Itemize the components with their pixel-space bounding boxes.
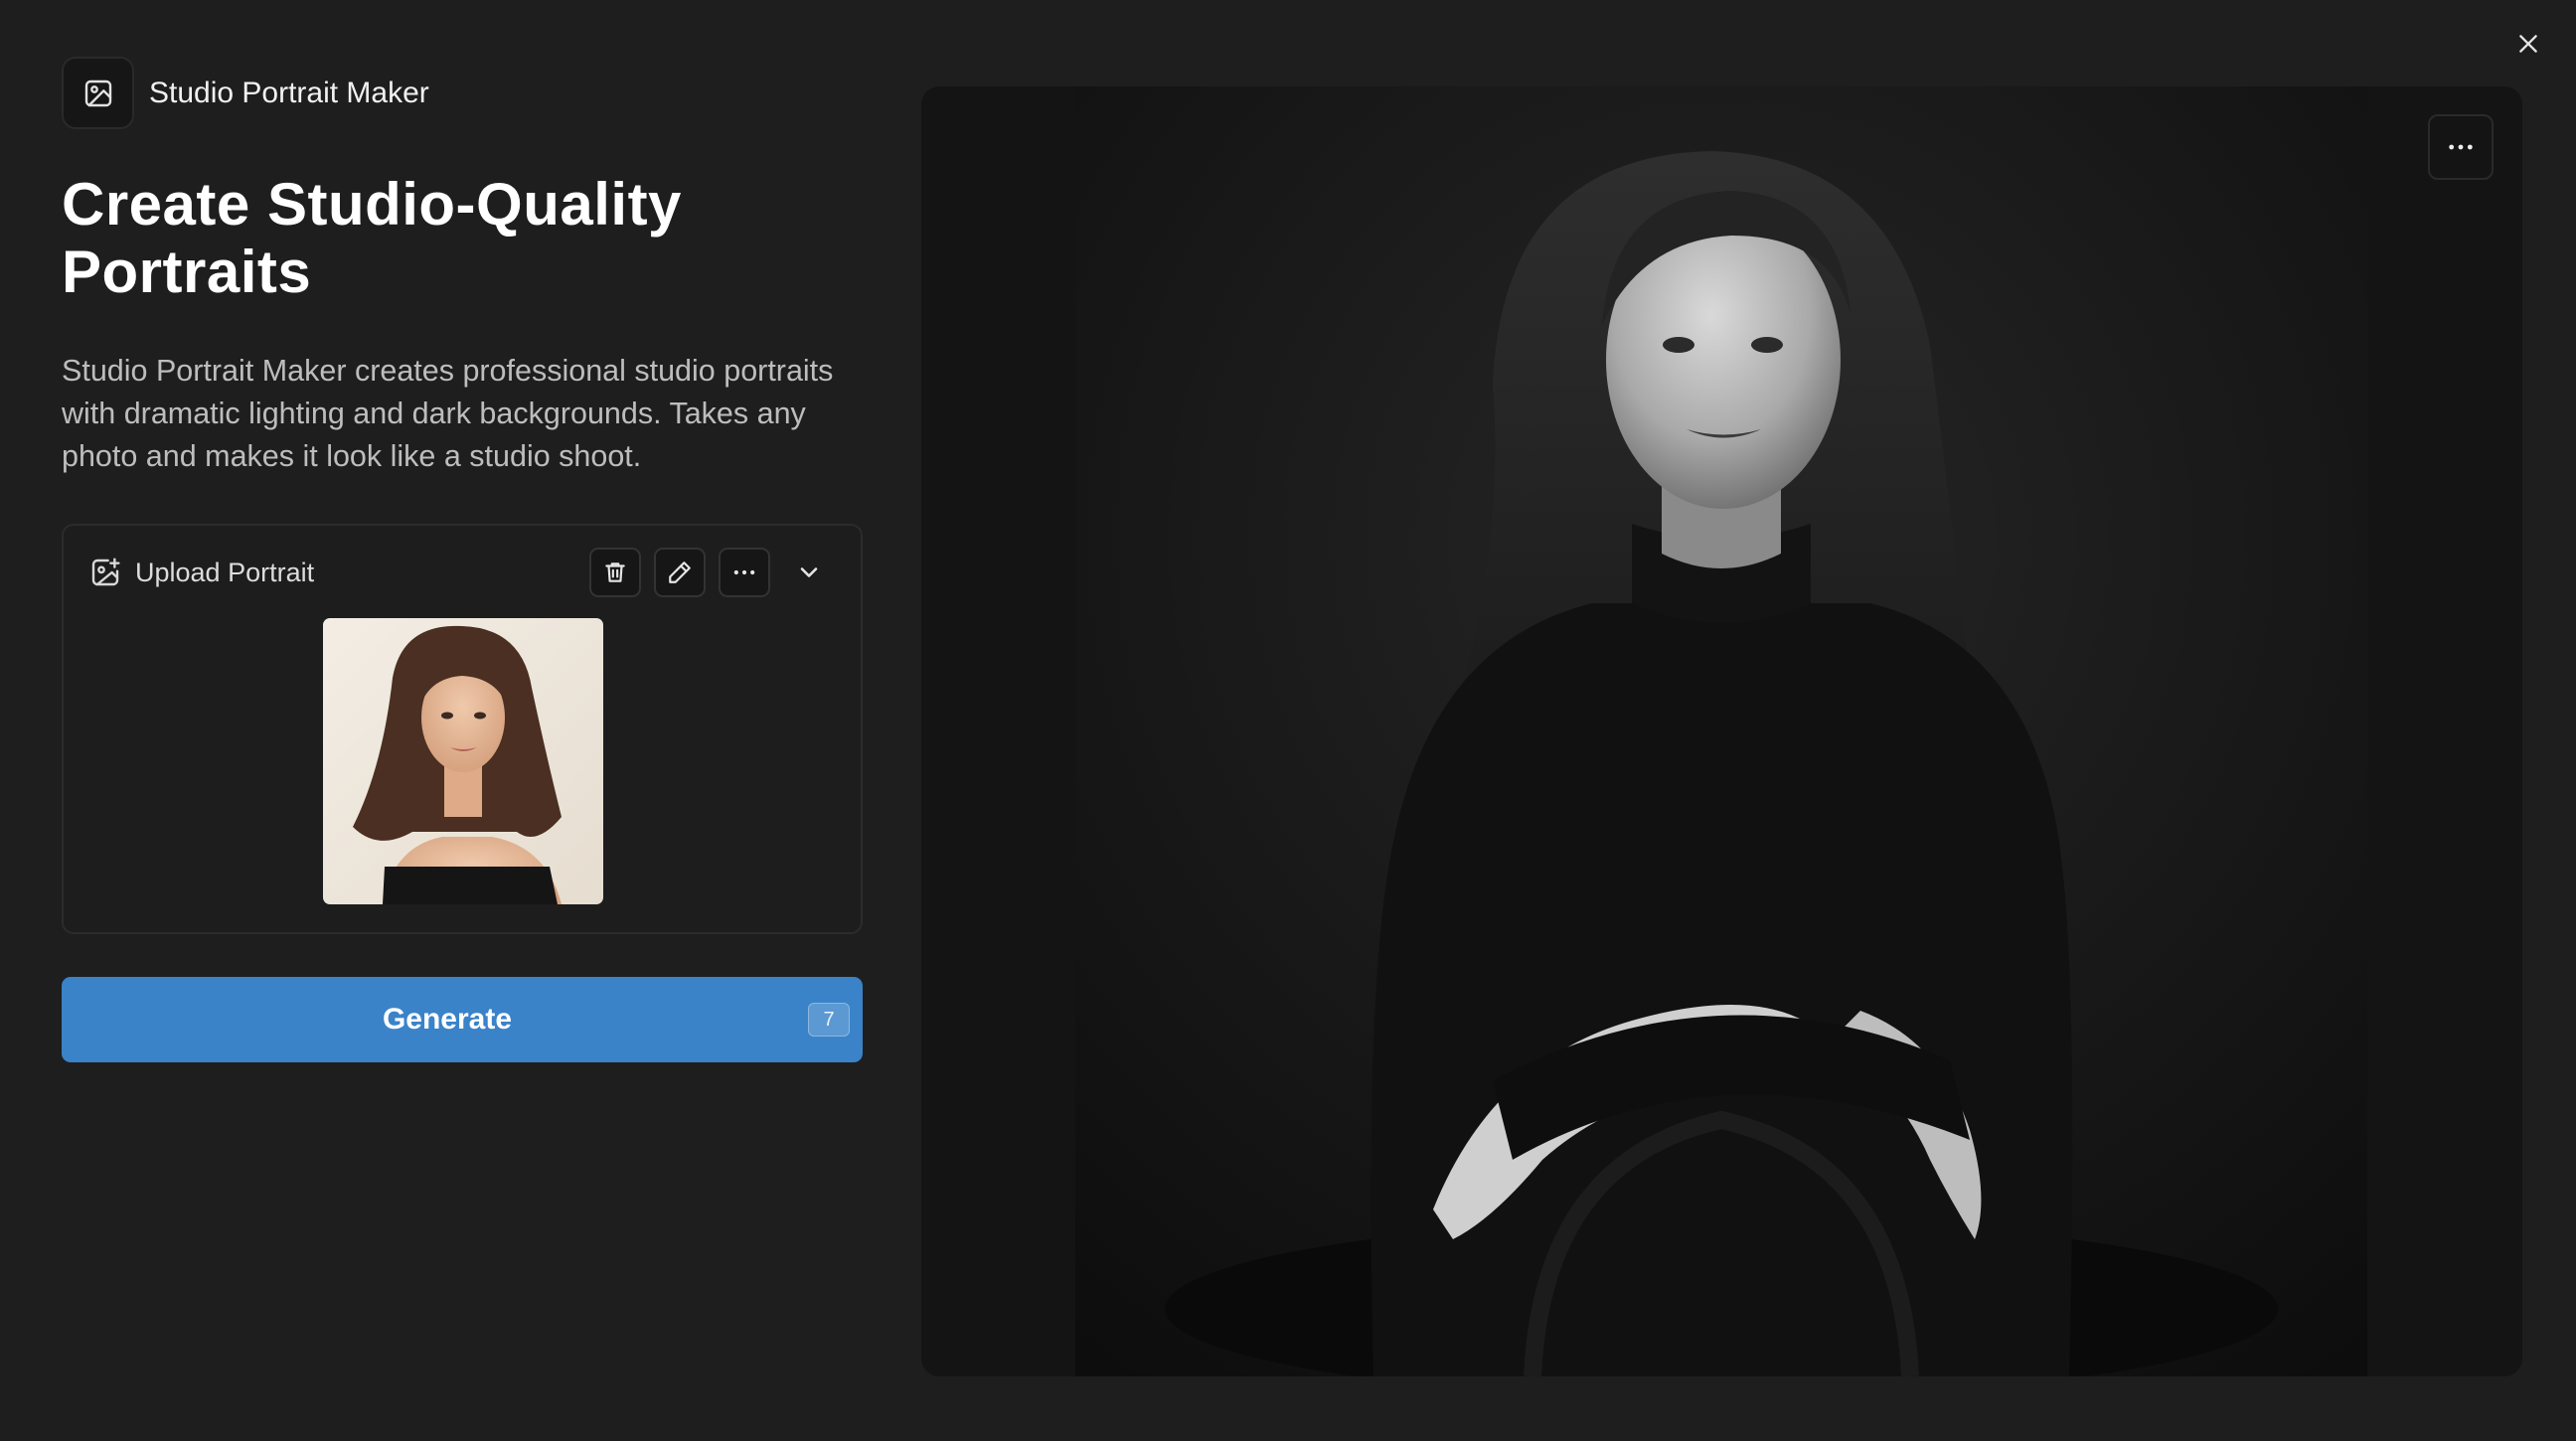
upload-header: Upload Portrait xyxy=(89,548,835,597)
page-title: Create Studio-Quality Portraits xyxy=(62,171,682,305)
generate-label: Generate xyxy=(382,1003,513,1036)
result-preview-panel xyxy=(921,86,2522,1376)
preview-more-button[interactable] xyxy=(2428,114,2494,180)
image-plus-icon xyxy=(91,558,120,586)
uploaded-portrait-thumbnail[interactable] xyxy=(323,618,603,904)
generate-button[interactable]: Generate 7 xyxy=(62,977,863,1062)
upload-card: Upload Portrait xyxy=(62,524,863,934)
close-button[interactable] xyxy=(2510,26,2546,62)
delete-button[interactable] xyxy=(589,548,641,597)
edit-button[interactable] xyxy=(654,548,706,597)
left-panel: Studio Portrait Maker Create Studio-Qual… xyxy=(62,57,863,478)
collapse-button[interactable] xyxy=(783,548,835,597)
generated-portrait-image xyxy=(1075,86,2367,1376)
app-icon-tile xyxy=(62,57,134,129)
app-header: Studio Portrait Maker xyxy=(62,57,863,129)
page-description: Studio Portrait Maker creates profession… xyxy=(62,354,834,473)
pencil-icon xyxy=(669,561,691,583)
chevron-down-icon xyxy=(800,567,818,577)
upload-actions xyxy=(589,548,835,597)
studio-portrait-modal: Studio Portrait Maker Create Studio-Qual… xyxy=(0,0,2576,1441)
more-horizontal-icon xyxy=(733,569,755,575)
upload-more-button[interactable] xyxy=(719,548,770,597)
image-icon xyxy=(84,80,111,106)
more-horizontal-icon xyxy=(2449,144,2473,150)
app-name: Studio Portrait Maker xyxy=(149,76,429,109)
credit-count-badge: 7 xyxy=(808,1003,850,1037)
close-icon xyxy=(2519,35,2537,53)
trash-icon xyxy=(605,562,625,582)
upload-label: Upload Portrait xyxy=(135,557,315,587)
